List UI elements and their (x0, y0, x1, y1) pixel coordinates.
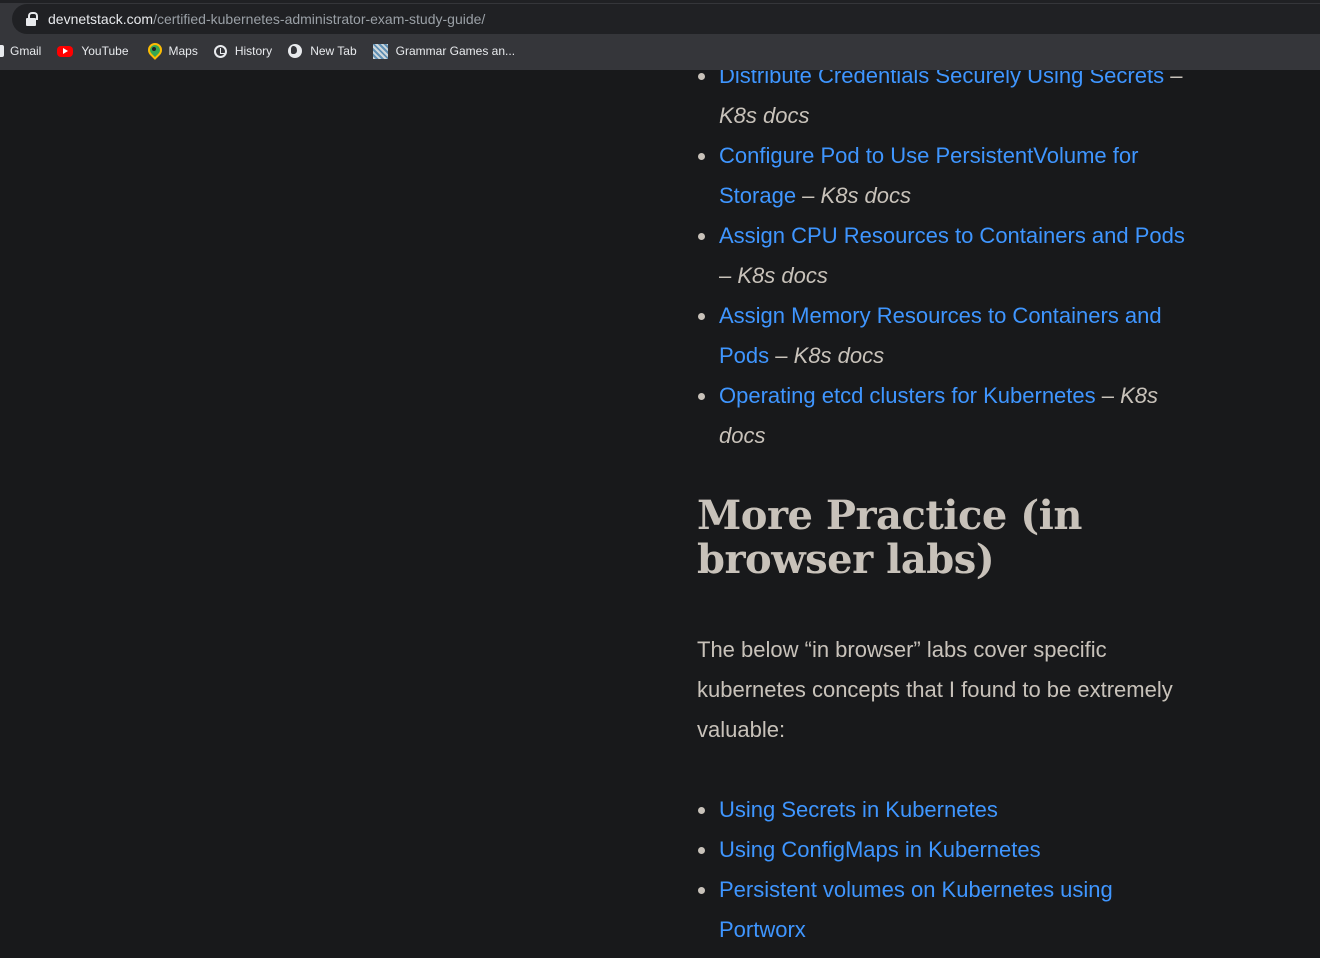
bookmark-label: Gmail (10, 44, 42, 58)
maps-icon (145, 43, 161, 59)
bookmark-label: New Tab (310, 44, 357, 58)
bookmark-maps[interactable]: Maps (137, 39, 206, 63)
bookmarks-bar: Gmail YouTube Maps History New Tab Gramm… (0, 39, 523, 63)
source-label: K8s docs (820, 183, 912, 208)
address-bar[interactable]: devnetstack.com/certified-kubernetes-adm… (12, 4, 1320, 34)
tab-strip (0, 0, 1320, 3)
bookmark-grammar-games[interactable]: Grammar Games an... (365, 39, 523, 63)
bookmark-label: Maps (168, 44, 198, 58)
bookmark-label: YouTube (81, 44, 129, 58)
page-viewport[interactable]: Distribute Credentials Securely Using Se… (0, 70, 1320, 958)
list-item: Configure Pod to Use PersistentVolume fo… (697, 136, 1192, 216)
bookmark-history[interactable]: History (206, 39, 280, 63)
bookmark-gmail[interactable]: Gmail (0, 39, 49, 63)
docs-link[interactable]: Operating etcd clusters for Kubernetes (719, 383, 1096, 408)
dash-separator: – (1095, 383, 1121, 408)
bookmark-label: Grammar Games an... (395, 44, 516, 58)
url-host: devnetstack.com (48, 11, 154, 27)
history-icon (213, 44, 227, 58)
list-item: Persistent volumes on Kubernetes using P… (697, 870, 1192, 950)
section-heading: More Practice (in browser labs) (697, 492, 1082, 583)
gmail-icon (0, 45, 4, 57)
dash-separator: – (796, 183, 821, 208)
list-item: Using Secrets in Kubernetes (697, 790, 1192, 830)
list-item: Assign CPU Resources to Containers and P… (697, 216, 1192, 296)
bookmark-label: History (234, 44, 273, 58)
globe-icon (288, 44, 303, 58)
intro-paragraph: The below “in browser” labs cover specif… (697, 637, 1173, 742)
source-label: K8s docs (793, 343, 885, 368)
labs-list: Using Secrets in Kubernetes Using Config… (697, 790, 1192, 950)
dash-separator: – (769, 343, 794, 368)
lab-link[interactable]: Using Secrets in Kubernetes (719, 797, 998, 822)
browser-toolbar: devnetstack.com/certified-kubernetes-adm… (0, 0, 1320, 70)
dash-separator: – (1164, 70, 1183, 88)
grammar-games-icon (372, 43, 388, 59)
lock-icon[interactable] (26, 12, 38, 26)
url-path: /certified-kubernetes-administrator-exam… (153, 11, 486, 27)
source-label: K8s docs (719, 103, 810, 128)
youtube-icon (57, 45, 74, 57)
list-item: Assign Memory Resources to Containers an… (697, 296, 1192, 376)
lab-link[interactable]: Using ConfigMaps in Kubernetes (719, 837, 1041, 862)
docs-link[interactable]: Assign CPU Resources to Containers and P… (719, 223, 1185, 248)
k8s-docs-list: Distribute Credentials Securely Using Se… (697, 70, 1192, 456)
lab-link[interactable]: Persistent volumes on Kubernetes using P… (719, 877, 1113, 942)
url-text[interactable]: devnetstack.com/certified-kubernetes-adm… (48, 11, 485, 27)
bookmark-youtube[interactable]: YouTube (49, 39, 136, 63)
docs-link[interactable]: Distribute Credentials Securely Using Se… (719, 70, 1164, 88)
docs-link[interactable]: Configure Pod to Use PersistentVolume fo… (719, 143, 1138, 208)
list-item: Using ConfigMaps in Kubernetes (697, 830, 1192, 870)
list-item: Operating etcd clusters for Kubernetes –… (697, 376, 1192, 456)
list-item: Distribute Credentials Securely Using Se… (697, 70, 1192, 136)
bookmark-new-tab[interactable]: New Tab (280, 39, 364, 63)
dash-separator: – (719, 263, 738, 288)
source-label: K8s docs (737, 263, 828, 288)
